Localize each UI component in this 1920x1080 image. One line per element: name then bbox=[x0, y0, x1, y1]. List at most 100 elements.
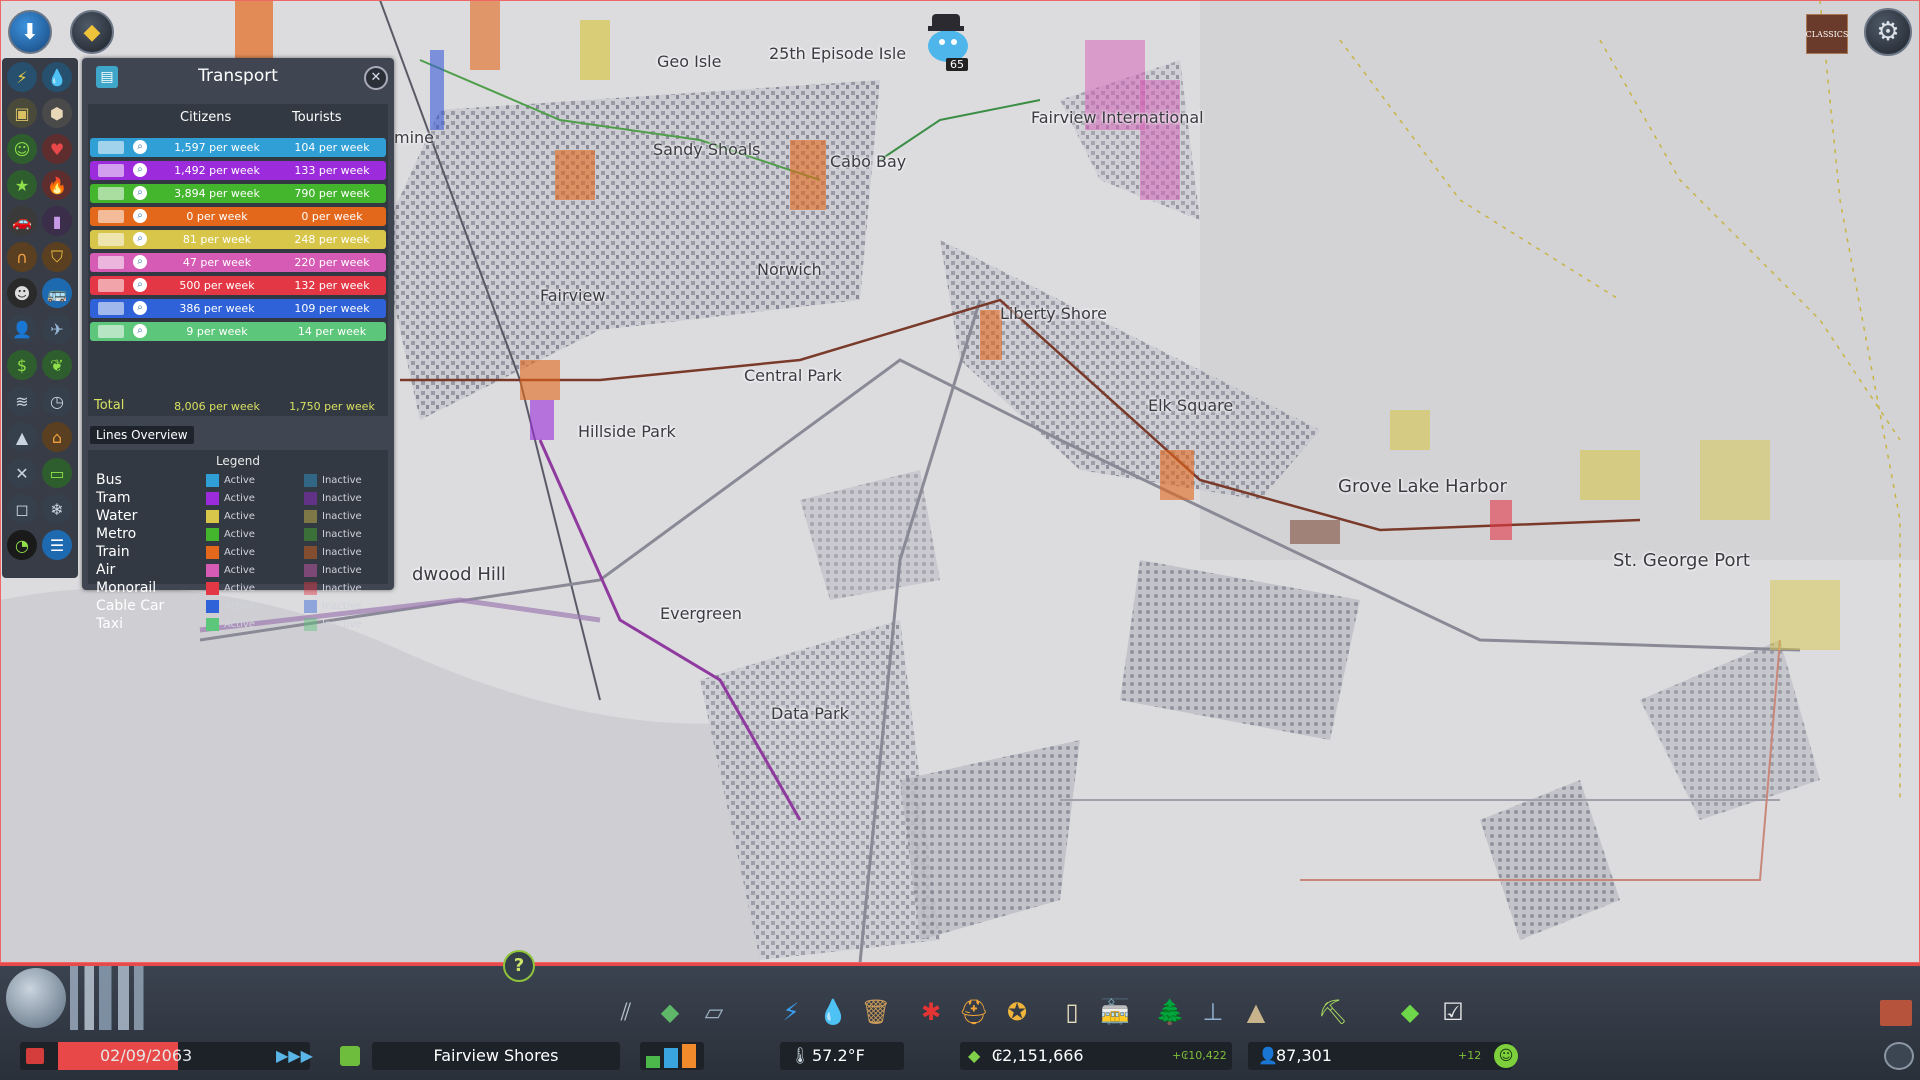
population-display[interactable]: 👤 87,301 +12 bbox=[1248, 1042, 1512, 1070]
population-icon[interactable]: 👤 bbox=[7, 314, 37, 344]
ridership-row-air: ⌕ 47 per week 220 per week bbox=[90, 253, 386, 272]
crime-icon[interactable]: ☻ bbox=[7, 278, 37, 308]
transport-icon[interactable]: 🚋 bbox=[1099, 996, 1131, 1028]
magnifier-icon[interactable]: ⌕ bbox=[133, 209, 147, 223]
ridership-row-metro: ⌕ 3,894 per week 790 per week bbox=[90, 184, 386, 203]
roads-icon[interactable]: ⫽ bbox=[610, 996, 642, 1028]
menu-button[interactable] bbox=[1884, 1042, 1914, 1070]
traffic-icon[interactable]: 🚗 bbox=[7, 206, 37, 236]
gear-icon: ⚙ bbox=[1876, 17, 1900, 47]
pause-button[interactable] bbox=[26, 1048, 44, 1064]
terrain-icon[interactable]: ▲ bbox=[7, 422, 37, 452]
station-beam bbox=[530, 400, 554, 440]
tourism-icon[interactable]: ✈ bbox=[42, 314, 72, 344]
content-manager-button[interactable] bbox=[1880, 1000, 1912, 1026]
city-info-button[interactable] bbox=[340, 1046, 360, 1066]
zoning-icon[interactable]: ◆ bbox=[654, 996, 686, 1028]
dam-icon[interactable]: ⌂ bbox=[42, 422, 72, 452]
police-icon[interactable]: ⛉ bbox=[42, 242, 72, 272]
chirper-count-badge: 65 bbox=[946, 58, 968, 71]
magnifier-icon[interactable]: ⌕ bbox=[133, 232, 147, 246]
parks-icon[interactable]: 🌲 bbox=[1154, 996, 1186, 1028]
inactive-swatch bbox=[304, 510, 317, 523]
wind-icon[interactable]: ≋ bbox=[7, 386, 37, 416]
fire-icon[interactable]: 🔥 bbox=[42, 170, 72, 200]
magnifier-icon[interactable]: ⌕ bbox=[133, 324, 147, 338]
classics-button[interactable]: CLASSICS bbox=[1806, 14, 1848, 54]
help-button[interactable]: ? bbox=[503, 950, 535, 982]
buildings-icon[interactable]: ⬢ bbox=[42, 98, 72, 128]
pollution-icon[interactable]: ▮ bbox=[42, 206, 72, 236]
inactive-swatch bbox=[304, 582, 317, 595]
citizens-value: 1,597 per week bbox=[174, 141, 260, 154]
garbage-icon[interactable]: 🗑 bbox=[860, 996, 892, 1028]
milestones-button[interactable]: ◆ bbox=[70, 10, 114, 54]
money-icon[interactable]: ◆ bbox=[1394, 996, 1426, 1028]
snow-icon[interactable]: ❄ bbox=[42, 494, 72, 524]
magnifier-icon[interactable]: ⌕ bbox=[133, 255, 147, 269]
noise-icon[interactable]: ∩ bbox=[7, 242, 37, 272]
inactive-label: Inactive bbox=[322, 547, 362, 558]
garbage-icon[interactable]: ▣ bbox=[7, 98, 37, 128]
monuments-icon[interactable]: ⊥ bbox=[1197, 996, 1229, 1028]
district-label: Grove Lake Harbor bbox=[1338, 476, 1507, 497]
transport-icon[interactable]: 🚌 bbox=[42, 278, 72, 308]
city-globe-icon[interactable] bbox=[6, 968, 66, 1028]
citizens-value: 3,894 per week bbox=[174, 187, 260, 200]
station-beam bbox=[1140, 80, 1180, 200]
magnifier-icon[interactable]: ⌕ bbox=[133, 301, 147, 315]
tools-icon[interactable]: ✕ bbox=[7, 458, 37, 488]
routes-icon[interactable]: ☰ bbox=[42, 530, 72, 560]
active-swatch bbox=[206, 546, 219, 559]
healthcare-icon[interactable]: ✱ bbox=[915, 996, 947, 1028]
districts-icon[interactable]: ▱ bbox=[698, 996, 730, 1028]
education-icon[interactable]: ▯ bbox=[1056, 996, 1088, 1028]
water-icon[interactable]: 💧 bbox=[817, 996, 849, 1028]
health-icon[interactable]: ♥ bbox=[42, 134, 72, 164]
district-label: Geo Isle bbox=[657, 52, 722, 71]
magnifier-icon[interactable]: ⌕ bbox=[133, 278, 147, 292]
active-label: Active bbox=[224, 601, 255, 612]
water-icon[interactable]: 💧 bbox=[42, 62, 72, 92]
close-button[interactable]: ✕ bbox=[364, 66, 388, 90]
city-name[interactable]: Fairview Shores bbox=[372, 1042, 620, 1070]
landscaping-icon[interactable]: ▲ bbox=[1240, 996, 1272, 1028]
road-icon[interactable]: ▭ bbox=[42, 458, 72, 488]
lines-overview-button[interactable]: Lines Overview bbox=[90, 426, 194, 444]
magnifier-icon[interactable]: ⌕ bbox=[133, 186, 147, 200]
time-control: 02/09/2063 ▶▶▶ bbox=[20, 1042, 313, 1070]
money-icon[interactable]: $ bbox=[7, 350, 37, 380]
legend-mode-name: Train bbox=[96, 544, 130, 560]
clock-icon[interactable]: ◷ bbox=[42, 386, 72, 416]
policies-icon[interactable]: ☑ bbox=[1437, 996, 1469, 1028]
attractiveness-icon[interactable]: ★ bbox=[7, 170, 37, 200]
info-view-selector[interactable] bbox=[640, 1042, 704, 1070]
happiness-icon[interactable]: ☺ bbox=[7, 134, 37, 164]
magnifier-icon[interactable]: ⌕ bbox=[133, 140, 147, 154]
money-delta: +₢10,422 bbox=[1172, 1049, 1227, 1062]
money-display[interactable]: ◆ ₢2,151,666 +₢10,422 bbox=[960, 1042, 1232, 1070]
district-label: dwood Hill bbox=[412, 564, 506, 585]
active-label: Active bbox=[224, 475, 255, 486]
legend-row: Air Active Inactive bbox=[92, 562, 388, 580]
fire-icon[interactable]: ⛑ bbox=[958, 996, 990, 1028]
camera-icon[interactable]: ◻ bbox=[7, 494, 37, 524]
bulldozer-icon[interactable]: ⛏ bbox=[1317, 996, 1349, 1028]
unlock-button[interactable]: ⬇ bbox=[8, 10, 52, 54]
inactive-swatch bbox=[304, 546, 317, 559]
speed-button[interactable]: ▶▶▶ bbox=[276, 1042, 313, 1070]
magnifier-icon[interactable]: ⌕ bbox=[133, 163, 147, 177]
police-icon[interactable]: ✪ bbox=[1001, 996, 1033, 1028]
nature-icon[interactable]: ❦ bbox=[42, 350, 72, 380]
inactive-swatch bbox=[304, 564, 317, 577]
inactive-swatch bbox=[304, 618, 317, 631]
active-swatch bbox=[206, 618, 219, 631]
electricity-icon[interactable]: ⚡ bbox=[7, 62, 37, 92]
radar-icon[interactable]: ◔ bbox=[7, 530, 37, 560]
station-beam bbox=[430, 50, 444, 130]
settings-button[interactable]: ⚙ bbox=[1864, 8, 1912, 56]
station-beam bbox=[1390, 410, 1430, 450]
happiness-icon[interactable]: ☺ bbox=[1494, 1044, 1518, 1068]
ridership-row-taxi: ⌕ 9 per week 14 per week bbox=[90, 322, 386, 341]
electricity-icon[interactable]: ⚡ bbox=[775, 996, 807, 1028]
